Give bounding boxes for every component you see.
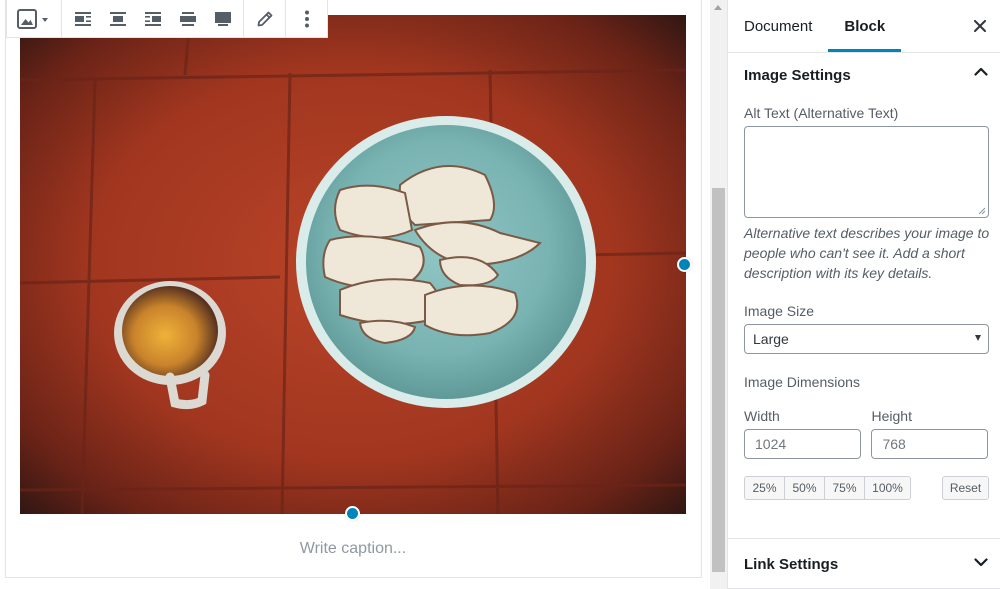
pencil-icon bbox=[257, 11, 272, 26]
block-type-button[interactable] bbox=[10, 1, 58, 37]
edit-image-button[interactable] bbox=[247, 1, 282, 37]
more-vertical-icon bbox=[304, 10, 309, 27]
caption-input[interactable]: Write caption... bbox=[20, 540, 686, 558]
width-field: Width 1024 bbox=[744, 408, 871, 459]
settings-sidebar: Document Block Image Settings Alt Text (… bbox=[727, 0, 1000, 589]
scale-100-button[interactable]: 100% bbox=[865, 476, 911, 500]
align-full-icon bbox=[214, 11, 231, 26]
align-wide-icon bbox=[179, 11, 196, 26]
chevron-down-icon bbox=[974, 558, 988, 567]
tab-document[interactable]: Document bbox=[728, 0, 828, 52]
resize-handle-bottom[interactable] bbox=[345, 506, 360, 521]
chevron-up-icon bbox=[974, 67, 988, 76]
close-sidebar-button[interactable] bbox=[970, 16, 990, 36]
reset-button[interactable]: Reset bbox=[942, 476, 989, 500]
align-center-button[interactable] bbox=[100, 1, 135, 37]
width-input[interactable]: 1024 bbox=[744, 429, 861, 459]
more-options-button[interactable] bbox=[289, 1, 324, 37]
edit-group bbox=[244, 0, 286, 37]
image-settings-title: Image Settings bbox=[744, 66, 851, 84]
dimensions-row: Width 1024 Height 768 bbox=[744, 408, 989, 459]
image-settings-body: Alt Text (Alternative Text) Alternative … bbox=[728, 105, 1000, 500]
block-toolbar bbox=[6, 0, 328, 38]
alignment-group bbox=[62, 0, 244, 37]
align-right-button[interactable] bbox=[135, 1, 170, 37]
sidebar-tabs: Document Block bbox=[728, 0, 1000, 53]
resize-grip-icon bbox=[978, 207, 986, 215]
block-type-group bbox=[7, 0, 62, 37]
image-settings-toggle[interactable]: Image Settings bbox=[728, 53, 1000, 97]
scale-25-button[interactable]: 25% bbox=[744, 476, 785, 500]
close-icon bbox=[974, 20, 986, 32]
height-field: Height 768 bbox=[871, 408, 989, 459]
width-label: Width bbox=[744, 408, 780, 424]
scale-button-group: 25% 50% 75% 100% bbox=[744, 476, 911, 500]
image-dimensions-label: Image Dimensions bbox=[744, 374, 860, 390]
image-settings-panel: Image Settings Alt Text (Alternative Tex… bbox=[728, 53, 1000, 500]
alt-text-help: Alternative text describes your image to… bbox=[744, 225, 990, 281]
align-center-icon bbox=[109, 11, 126, 26]
more-group bbox=[286, 0, 327, 37]
alt-text-label: Alt Text (Alternative Text) bbox=[744, 105, 899, 121]
align-wide-button[interactable] bbox=[170, 1, 205, 37]
align-left-button[interactable] bbox=[65, 1, 100, 37]
align-right-icon bbox=[144, 11, 161, 26]
image-size-label: Image Size bbox=[744, 303, 815, 319]
caret-down-icon bbox=[42, 17, 48, 22]
align-left-icon bbox=[74, 11, 91, 26]
scale-buttons-row: 25% 50% 75% 100% Reset bbox=[744, 476, 989, 500]
scale-75-button[interactable]: 75% bbox=[825, 476, 865, 500]
height-label: Height bbox=[871, 408, 912, 424]
scale-50-button[interactable]: 50% bbox=[785, 476, 825, 500]
image-icon bbox=[17, 8, 48, 29]
select-arrow-icon bbox=[975, 335, 981, 341]
alt-text-input[interactable] bbox=[744, 126, 989, 218]
link-settings-title: Link Settings bbox=[744, 555, 839, 573]
scroll-up-arrow-icon[interactable] bbox=[714, 5, 722, 10]
resize-handle-right[interactable] bbox=[677, 257, 692, 272]
height-input[interactable]: 768 bbox=[871, 429, 989, 459]
block-image[interactable] bbox=[20, 15, 686, 514]
link-settings-panel: Link Settings bbox=[728, 538, 1000, 589]
link-settings-toggle[interactable]: Link Settings bbox=[728, 539, 1000, 589]
editor-scrollbar[interactable] bbox=[710, 0, 727, 589]
editor-canvas: Write caption... bbox=[0, 0, 710, 589]
align-full-button[interactable] bbox=[205, 1, 240, 37]
image-size-select[interactable]: Large bbox=[744, 324, 989, 354]
scrollbar-thumb[interactable] bbox=[712, 188, 725, 572]
tab-block[interactable]: Block bbox=[828, 0, 902, 52]
photo-illustration bbox=[20, 15, 686, 514]
image-size-value: Large bbox=[753, 331, 789, 347]
